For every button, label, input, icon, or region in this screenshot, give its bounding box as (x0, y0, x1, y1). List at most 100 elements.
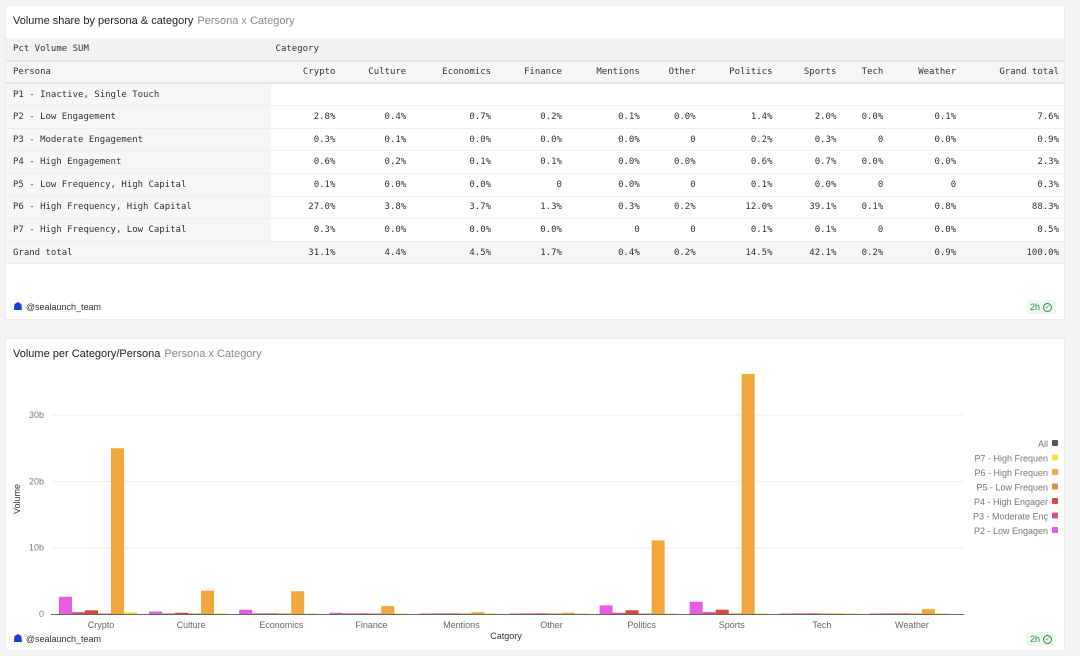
bar-finance-p7 (394, 613, 408, 614)
check-circle-icon: ✓ (1043, 634, 1052, 644)
value-cell (777, 83, 842, 107)
value-cell: 0.0% (841, 150, 889, 175)
x-tick-label: Culture (177, 620, 206, 630)
value-cell: 0.1% (777, 218, 842, 242)
bar-culture-p3 (162, 613, 176, 614)
value-cell: 4.4% (340, 241, 412, 265)
value-cell: 0.0% (888, 128, 962, 152)
value-cell: 2.8% (270, 105, 341, 129)
bar-weather-p7 (934, 613, 948, 614)
bar-crypto-p2 (59, 596, 72, 614)
bar-tech-p4 (805, 613, 819, 614)
x-tick-label: Sports (719, 620, 746, 630)
value-cell: 7.6% (961, 105, 1064, 129)
bar-finance-p3 (342, 613, 356, 614)
value-cell: 0.1% (888, 105, 962, 129)
value-cell (340, 83, 412, 107)
value-cell: 0.3% (961, 173, 1064, 197)
table-row: P6 - High Frequency, High Capital 27.0% 3.… (6, 196, 1064, 220)
value-cell (496, 83, 567, 107)
bar-sports-p3 (702, 612, 716, 614)
bar-mentions-p3 (432, 613, 446, 614)
grand-total-row: Grand total 31.1% 4.4% 4.5% 1.7% 0.4% 0.2% 14.5… (6, 241, 1064, 265)
value-cell: 0.0% (566, 173, 645, 197)
legend-swatch-all (1052, 440, 1058, 446)
persona-cell: P3 - Moderate Engagement (6, 128, 271, 152)
column-header: Culture (340, 60, 412, 85)
column-header: Sports (777, 60, 842, 85)
column-header: Tech (841, 60, 889, 85)
value-cell: 0.2% (841, 241, 889, 265)
y-axis-label: Volume (12, 484, 22, 514)
value-cell: 0.0% (644, 150, 701, 175)
legend-swatch (1052, 512, 1058, 519)
value-cell: 0.0% (566, 150, 645, 175)
bar-finance-p6 (381, 606, 395, 614)
column-header: Weather (888, 60, 962, 85)
value-cell: 0.0% (340, 173, 412, 197)
value-cell: 0.9% (961, 128, 1064, 152)
refresh-badge[interactable]: 2h ✓ (1025, 300, 1056, 314)
bar-sports-p7 (754, 613, 768, 614)
header-row-measure: Pct Volume SUM Category (6, 38, 1064, 62)
bar-culture-p6 (201, 590, 215, 614)
bar-mentions-p6 (471, 612, 485, 614)
value-cell: 0.0% (777, 173, 842, 197)
table-row: P1 - Inactive, Single Touch (6, 83, 1064, 107)
value-cell: 0 (566, 218, 645, 242)
value-cell: 0.2% (644, 196, 701, 220)
legend-label: P4 - High Engager (974, 497, 1048, 507)
bar-tech-p3 (792, 613, 806, 614)
bar-crypto-p4 (85, 610, 98, 614)
column-group-label: Category (270, 38, 1064, 62)
author[interactable]: ☗ @sealaunch_team (13, 632, 101, 645)
x-tick-label: Politics (627, 620, 656, 630)
legend-swatch (1052, 483, 1058, 490)
value-cell: 88.3% (961, 196, 1064, 220)
y-tick-label: 0 (39, 609, 44, 619)
value-cell: 0 (841, 173, 889, 197)
value-cell: 1.7% (496, 241, 567, 265)
bar-crypto-p3 (72, 612, 85, 614)
x-tick-label: Finance (355, 620, 387, 630)
value-cell (700, 83, 778, 107)
bar-culture-p5 (188, 613, 202, 614)
value-cell: 0.1% (270, 173, 341, 197)
legend-swatch (1052, 527, 1058, 533)
value-cell: 0.4% (566, 241, 645, 265)
bar-finance-p5 (368, 613, 382, 614)
persona-cell: P7 - High Frequency, Low Capital (6, 218, 271, 242)
bar-mentions-p5 (458, 613, 472, 614)
bar-finance-p4 (355, 613, 369, 614)
author[interactable]: ☗ @sealaunch_team (13, 300, 101, 313)
value-cell: 0.2% (700, 128, 778, 152)
y-tick-label: 10b (29, 543, 44, 553)
value-cell: 0.1% (496, 150, 567, 175)
bar-weather-p6 (921, 609, 935, 614)
legend-label-all: All (1038, 439, 1048, 449)
value-cell: 0.8% (888, 196, 962, 220)
team-logo-icon: ☗ (13, 633, 23, 645)
refresh-badge[interactable]: 2h ✓ (1025, 632, 1056, 646)
value-cell: 0 (644, 218, 701, 242)
value-cell: 0.0% (841, 105, 889, 129)
bar-mentions-p4 (445, 613, 459, 614)
column-header: Finance (496, 60, 567, 85)
bar-chart: 0 10b 20b 30b Volume Crypto Culture Economics Fi… (12, 373, 1058, 641)
bar-crypto-p7 (124, 612, 137, 614)
legend-label: P5 - Low Frequen (976, 483, 1048, 493)
value-cell (566, 83, 645, 107)
table-row: P5 - Low Frequency, High Capital 0.1% 0.0%… (6, 173, 1064, 197)
value-cell: 0.3% (270, 128, 341, 152)
column-header: Other (644, 60, 701, 85)
value-cell: 1.4% (700, 105, 778, 129)
bar-politics-p7 (664, 613, 678, 614)
bar-crypto-p6 (111, 448, 124, 614)
persona-cell: P2 - Low Engagement (6, 105, 271, 129)
legend-label: P6 - High Frequen (974, 468, 1048, 478)
bar-weather-p2 (869, 613, 883, 614)
column-header: Grand total (961, 60, 1064, 85)
legend-swatch (1052, 454, 1058, 461)
team-logo-icon: ☗ (13, 301, 23, 313)
legend-swatch (1052, 469, 1058, 475)
